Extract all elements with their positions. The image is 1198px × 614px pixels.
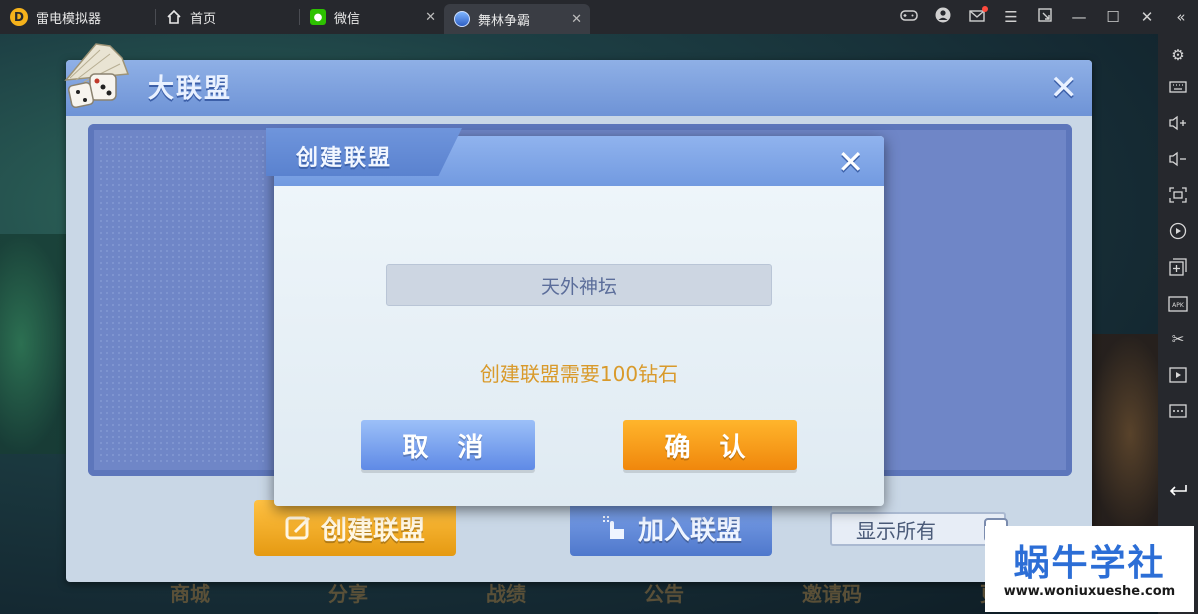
multi-instance-icon[interactable] — [1158, 252, 1198, 282]
tab-game[interactable]: 舞林争霸 ✕ — [444, 4, 590, 34]
title-bar: D 雷电模拟器 首页 ● 微信 ✕ 舞林争霸 ✕ ☰ — ☐ ✕ « — [0, 0, 1198, 34]
tab-label: 首页 — [190, 11, 217, 27]
volume-down-icon[interactable] — [1158, 144, 1198, 174]
close-tab-icon[interactable]: ✕ — [425, 0, 436, 34]
tab-wechat[interactable]: ● 微信 ✕ — [300, 0, 444, 34]
confirm-button[interactable]: 确 认 — [623, 420, 797, 470]
svg-text:APK: APK — [1172, 302, 1185, 309]
nav-record[interactable]: 战绩 — [486, 578, 526, 608]
shrink-icon[interactable] — [1028, 8, 1062, 26]
tab-leidian[interactable]: D 雷电模拟器 — [0, 0, 156, 34]
maximize-icon[interactable]: ☐ — [1096, 8, 1130, 26]
nav-invite-code[interactable]: 邀请码 — [802, 578, 862, 608]
edit-icon — [285, 516, 311, 540]
back-icon[interactable] — [1158, 474, 1198, 504]
show-all-label: 显示所有 — [856, 518, 936, 543]
alliance-name-input[interactable] — [386, 264, 772, 306]
background-rocks — [1088, 334, 1158, 534]
tab-label: 雷电模拟器 — [36, 11, 102, 27]
create-alliance-dialog: 创建联盟 ✕ 创建联盟需要100钻石 取 消 确 认 — [266, 128, 884, 506]
tab-home[interactable]: 首页 — [156, 0, 300, 34]
alliance-title: 大联盟 — [148, 74, 233, 104]
nav-share[interactable]: 分享 — [328, 578, 368, 608]
video-icon[interactable] — [1158, 360, 1198, 390]
account-icon[interactable] — [926, 7, 960, 27]
nav-notice[interactable]: 公告 — [644, 578, 684, 608]
home-icon — [167, 9, 181, 24]
cards-dice-logo-icon — [64, 43, 130, 109]
game-icon — [454, 11, 470, 27]
dot-pattern — [98, 134, 268, 466]
show-all-toggle[interactable]: 显示所有 — [830, 512, 1008, 546]
wechat-icon: ● — [310, 9, 326, 25]
close-icon[interactable]: ✕ — [1130, 8, 1164, 26]
dialog-header: 创建联盟 ✕ — [266, 128, 884, 186]
window-controls: ☰ — ☐ ✕ « — [892, 0, 1198, 34]
dialog-title: 创建联盟 — [296, 146, 393, 171]
scissors-icon[interactable]: ✂ — [1158, 324, 1198, 354]
screenshot-icon[interactable] — [1158, 180, 1198, 210]
close-tab-icon[interactable]: ✕ — [571, 4, 582, 34]
tab-label: 微信 — [334, 11, 361, 27]
background-foliage — [0, 234, 70, 454]
leidian-logo-icon: D — [10, 8, 28, 26]
create-alliance-button[interactable]: 创建联盟 — [254, 500, 456, 556]
minimize-icon[interactable]: — — [1062, 8, 1096, 26]
mail-icon[interactable] — [960, 6, 994, 26]
join-alliance-button[interactable]: 加入联盟 — [570, 500, 772, 556]
tab-label: 舞林争霸 — [478, 13, 531, 29]
watermark-title: 蜗牛学社 — [1013, 543, 1166, 584]
gamepad-icon[interactable] — [892, 8, 926, 26]
notification-dot — [982, 6, 988, 12]
watermark-url: www.woniuxueshe.com — [1003, 584, 1176, 599]
more-icon[interactable] — [1158, 396, 1198, 426]
dialog-close-icon[interactable]: ✕ — [837, 140, 864, 184]
nav-shop[interactable]: 商城 — [170, 578, 210, 608]
join-alliance-label: 加入联盟 — [637, 515, 742, 546]
settings-icon[interactable]: ⚙ — [1158, 40, 1198, 70]
cost-notice: 创建联盟需要100钻石 — [479, 362, 679, 386]
cancel-button[interactable]: 取 消 — [361, 420, 535, 470]
keyboard-icon[interactable] — [1158, 72, 1198, 102]
alliance-header: 大联盟 ✕ — [64, 43, 1092, 116]
collapse-sidebar-icon[interactable]: « — [1164, 8, 1198, 26]
menu-icon[interactable]: ☰ — [994, 8, 1028, 26]
watermark: 蜗牛学社 www.woniuxueshe.com — [985, 526, 1194, 612]
hand-tap-icon — [602, 516, 624, 539]
screen-record-icon[interactable] — [1158, 216, 1198, 246]
create-alliance-label: 创建联盟 — [320, 515, 425, 546]
alliance-close-icon[interactable]: ✕ — [1050, 68, 1079, 108]
install-apk-icon[interactable]: APK — [1158, 288, 1198, 318]
volume-up-icon[interactable] — [1158, 108, 1198, 138]
bottom-nav: 商城 分享 战绩 公告 邀请码 更 — [170, 578, 1000, 608]
